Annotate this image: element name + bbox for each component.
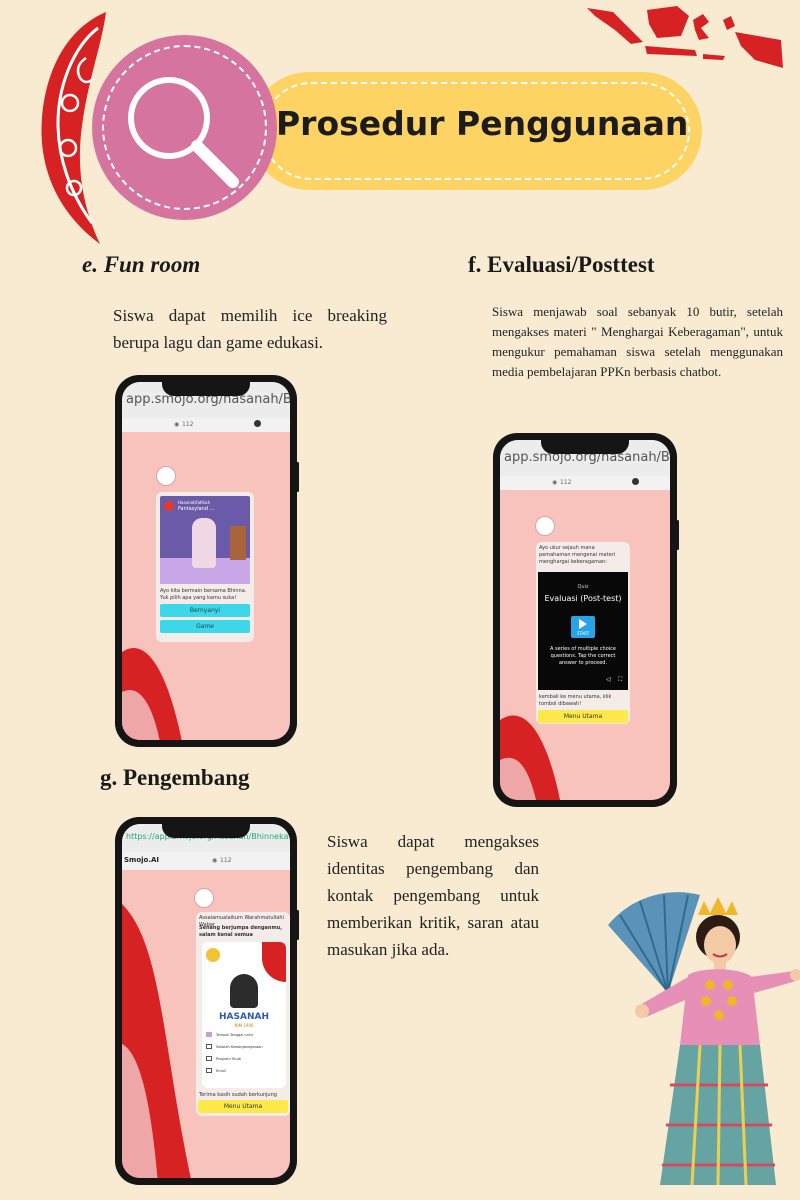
video-channel: HasanahFathiah: [178, 500, 211, 505]
bot-avatar: [156, 466, 176, 486]
stats-bar: ◉ 112: [500, 476, 670, 490]
main-menu-button[interactable]: Menu Utama: [538, 710, 628, 723]
comment-icon: [254, 420, 261, 427]
section-g-heading: g. Pengembang: [100, 765, 250, 790]
university-logo: [206, 948, 220, 962]
developer-name: HASANAH: [219, 1012, 269, 1022]
school-icon: [206, 1044, 212, 1049]
channel-icon: [164, 501, 174, 511]
indonesia-map-icon: [587, 6, 783, 68]
start-label: START: [576, 631, 590, 636]
brand-logo: Smojo.AI: [124, 856, 160, 864]
stats-bar: Smojo.AI ◉ 112: [122, 852, 290, 870]
chat-card: HasanahFathiah Fantasyland ... Ayo kita …: [156, 492, 254, 642]
start-button[interactable]: START: [571, 616, 595, 638]
section-f-text: Siswa menjawab soal sebanyak 10 butir, s…: [492, 304, 783, 379]
eye-icon: ◉: [212, 857, 218, 864]
mail-icon: [206, 1068, 212, 1073]
developer-nim: NIM 1906: [234, 1023, 254, 1028]
phone-notch: [162, 382, 250, 396]
stats-bar: ◉ 112: [122, 418, 290, 432]
developer-card: HASANAH NIM 1906 Tempat Tanggal Lahir Se…: [202, 942, 286, 1088]
wave-decoration: [122, 648, 182, 740]
section-f-heading: f. Evaluasi/Posttest: [468, 252, 655, 277]
view-count: 112: [182, 421, 194, 428]
dancer-illustration: [608, 892, 800, 1186]
chat-card: Ayo ukur sejauh mana pemahaman mengenai …: [536, 542, 630, 724]
video-title: Fantasyland ...: [178, 506, 215, 512]
phone-evaluasi: app.smojo.org/hasanah/Bhinneka ◉ 112 Ayo…: [493, 433, 677, 807]
section-g-text: Siswa dapat mengakses identitas pengemba…: [327, 832, 539, 959]
thanks-text: Terima kasih sudah berkunjung: [199, 1092, 277, 1098]
video-thumbnail[interactable]: HasanahFathiah Fantasyland ...: [160, 496, 250, 584]
quiz-title: Evaluasi (Post-test): [544, 594, 622, 603]
developer-photo: [230, 974, 258, 1008]
section-e-text: Siswa dapat memilih ice breaking berupa …: [113, 306, 387, 352]
video-cabinet: [230, 526, 246, 560]
view-count: 112: [560, 479, 572, 486]
quiz-label: Quiz: [577, 584, 589, 590]
view-count: 112: [220, 857, 232, 864]
phone-pengembang: https://app.smojo.org/hasanah/Bhinneka S…: [115, 817, 297, 1185]
quiz-intro: Ayo ukur sejauh mana pemahaman mengenai …: [539, 545, 616, 565]
bot-avatar: [535, 516, 555, 536]
intro-text: Senang berjumpa denganmu, salam kenal se…: [199, 925, 283, 938]
chat-message: Ayo kita bermain bersama Bhinna. Yuk pil…: [160, 588, 247, 601]
phone-notch: [162, 824, 250, 838]
section-e-heading: e. Fun room: [82, 252, 201, 277]
sing-button[interactable]: Bernyanyi: [160, 604, 250, 617]
phone-notch: [541, 440, 629, 454]
eye-icon: ◉: [552, 479, 558, 486]
play-icon: [579, 619, 587, 629]
calendar-icon: [206, 1032, 212, 1037]
detail-line: Tempat Tanggal Lahir: [216, 1033, 254, 1037]
magnifier-icon: [128, 77, 239, 188]
game-button[interactable]: Game: [160, 620, 250, 633]
phone-fun-room: app.smojo.org/hasanah/Bhinneka ◉ 112 Has…: [115, 375, 297, 747]
bot-avatar: [194, 888, 214, 908]
study-icon: [206, 1056, 212, 1061]
card-accent: [262, 942, 286, 982]
main-menu-button[interactable]: Menu Utama: [198, 1100, 288, 1113]
detail-line: Email: [216, 1069, 226, 1073]
detail-line: Program Studi: [216, 1057, 241, 1061]
eye-icon: ◉: [174, 421, 180, 428]
detail-line: Sekolah Kewarganegaraan: [216, 1045, 263, 1049]
chat-card: Assalamualaikum Warahmatullahi Wabar Sen…: [196, 912, 290, 1116]
fullscreen-icon[interactable]: ⛶: [618, 676, 622, 684]
comment-icon: [632, 478, 639, 485]
quiz-panel[interactable]: Quiz Evaluasi (Post-test) START A series…: [538, 572, 628, 690]
page-title: Prosedur Penggunaan: [276, 104, 689, 143]
volume-icon[interactable]: ◁: [606, 676, 611, 683]
video-character: [192, 518, 216, 568]
back-text: kembali ke menu utama, klik tombol dibaw…: [539, 694, 612, 707]
quiz-description: A series of multiple choice questions. T…: [549, 646, 616, 666]
